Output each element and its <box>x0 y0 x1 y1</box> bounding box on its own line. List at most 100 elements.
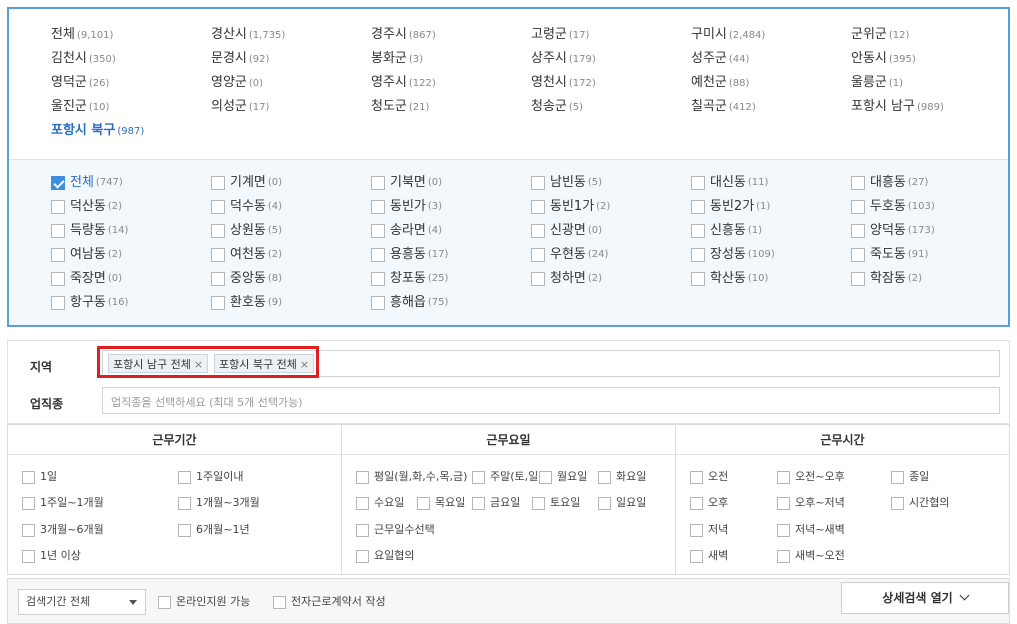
condition-option[interactable]: 평일(월,화,수,목,금) <box>356 468 467 486</box>
dong-checkbox-item[interactable]: 덕수동 (4) <box>211 196 282 218</box>
dong-checkbox-item[interactable]: 기계면 (0) <box>211 172 282 194</box>
city-item[interactable]: 전체 (9,101) <box>51 23 113 47</box>
dong-checkbox-item[interactable]: 동빈1가 (2) <box>531 196 610 218</box>
condition-option[interactable]: 종일 <box>891 468 929 486</box>
condition-option[interactable]: 저녁 <box>690 521 728 539</box>
dong-checkbox-item[interactable]: 득량동 (14) <box>51 220 128 242</box>
dong-checkbox-item[interactable]: 학잠동 (2) <box>851 268 922 290</box>
city-item[interactable]: 영양군 (0) <box>211 71 263 95</box>
dong-checkbox-item[interactable]: 동빈2가 (1) <box>691 196 770 218</box>
city-item[interactable]: 의성군 (17) <box>211 95 269 119</box>
dong-checkbox-item[interactable]: 양덕동 (173) <box>851 220 935 242</box>
city-item[interactable]: 예천군 (88) <box>691 71 749 95</box>
city-item[interactable]: 고령군 (17) <box>531 23 589 47</box>
city-item[interactable]: 상주시 (179) <box>531 47 596 71</box>
city-item[interactable]: 포항시 남구 (989) <box>851 95 944 119</box>
dong-checkbox-item[interactable]: 덕산동 (2) <box>51 196 122 218</box>
dong-checkbox-item[interactable]: 전체 (747) <box>51 172 123 194</box>
search-period-select[interactable]: 검색기간 전체 <box>18 589 146 615</box>
dong-checkbox-item[interactable]: 흥해읍 (75) <box>371 292 448 314</box>
city-item[interactable]: 영주시 (122) <box>371 71 436 95</box>
checkbox-icon <box>273 595 286 609</box>
condition-option[interactable]: 요일협의 <box>356 547 414 565</box>
condition-option[interactable]: 일요일 <box>598 494 646 512</box>
online-apply-label: 온라인지원 가능 <box>176 595 251 608</box>
dong-checkbox-item[interactable]: 용흥동 (17) <box>371 244 448 266</box>
dong-checkbox-item[interactable]: 신광면 (0) <box>531 220 602 242</box>
condition-option[interactable]: 목요일 <box>417 494 465 512</box>
city-item[interactable]: 성주군 (44) <box>691 47 749 71</box>
condition-option[interactable]: 월요일 <box>539 468 587 486</box>
city-count: (10) <box>88 102 110 113</box>
condition-option[interactable]: 수요일 <box>356 494 404 512</box>
city-item[interactable]: 영천시 (172) <box>531 71 596 95</box>
dong-checkbox-item[interactable]: 죽도동 (91) <box>851 244 928 266</box>
condition-option[interactable]: 1개월~3개월 <box>178 494 260 512</box>
dong-checkbox-item[interactable]: 기북면 (0) <box>371 172 442 194</box>
dong-checkbox-item[interactable]: 여천동 (2) <box>211 244 282 266</box>
dong-checkbox-item[interactable]: 두호동 (103) <box>851 196 935 218</box>
e-contract-checkbox[interactable]: 전자근로계약서 작성 <box>273 594 386 610</box>
dong-checkbox-item[interactable]: 창포동 (25) <box>371 268 448 290</box>
city-item[interactable]: 경산시 (1,735) <box>211 23 285 47</box>
condition-option[interactable]: 1주일이내 <box>178 468 243 486</box>
dong-count: (747) <box>95 177 123 188</box>
city-item[interactable]: 칠곡군 (412) <box>691 95 756 119</box>
condition-option[interactable]: 6개월~1년 <box>178 521 250 539</box>
dong-checkbox-item[interactable]: 학산동 (10) <box>691 268 768 290</box>
dong-checkbox-item[interactable]: 항구동 (16) <box>51 292 128 314</box>
dong-checkbox-item[interactable]: 죽장면 (0) <box>51 268 122 290</box>
city-item[interactable]: 포항시 북구 (987) <box>51 119 144 143</box>
dong-checkbox-item[interactable]: 우현동 (24) <box>531 244 608 266</box>
dong-checkbox-item[interactable]: 환호동 (9) <box>211 292 282 314</box>
checkbox-icon <box>371 296 385 310</box>
dong-count: (109) <box>747 249 775 260</box>
dong-count: (2) <box>587 273 603 284</box>
condition-option[interactable]: 화요일 <box>598 468 646 486</box>
dong-checkbox-item[interactable]: 장성동 (109) <box>691 244 775 266</box>
dong-checkbox-item[interactable]: 중앙동 (8) <box>211 268 282 290</box>
condition-option[interactable]: 주말(토,일) <box>472 468 543 486</box>
dong-checkbox-item[interactable]: 송라면 (4) <box>371 220 442 242</box>
dong-checkbox-item[interactable]: 대신동 (11) <box>691 172 768 194</box>
dong-checkbox-item[interactable]: 상원동 (5) <box>211 220 282 242</box>
job-input[interactable]: 업직종을 선택하세요 (최대 5개 선택가능) <box>102 387 1000 414</box>
city-item[interactable]: 경주시 (867) <box>371 23 436 47</box>
city-item[interactable]: 안동시 (395) <box>851 47 916 71</box>
city-item[interactable]: 봉화군 (3) <box>371 47 423 71</box>
online-apply-checkbox[interactable]: 온라인지원 가능 <box>158 594 250 610</box>
condition-option[interactable]: 새벽 <box>690 547 728 565</box>
condition-option[interactable]: 오전~오후 <box>777 468 845 486</box>
condition-option[interactable]: 오후~저녁 <box>777 494 845 512</box>
dong-checkbox-item[interactable]: 대흥동 (27) <box>851 172 928 194</box>
condition-option[interactable]: 3개월~6개월 <box>22 521 104 539</box>
condition-option[interactable]: 1일 <box>22 468 57 486</box>
city-item[interactable]: 울릉군 (1) <box>851 71 903 95</box>
condition-option[interactable]: 1주일~1개월 <box>22 494 104 512</box>
city-item[interactable]: 청송군 (5) <box>531 95 583 119</box>
city-item[interactable]: 구미시 (2,484) <box>691 23 765 47</box>
dong-checkbox-item[interactable]: 동빈가 (3) <box>371 196 442 218</box>
city-item[interactable]: 군위군 (12) <box>851 23 909 47</box>
city-item[interactable]: 청도군 (21) <box>371 95 429 119</box>
city-item[interactable]: 문경시 (92) <box>211 47 269 71</box>
condition-option[interactable]: 시간협의 <box>891 494 949 512</box>
condition-option[interactable]: 금요일 <box>472 494 520 512</box>
condition-option[interactable]: 새벽~오전 <box>777 547 845 565</box>
condition-option[interactable]: 근무일수선택 <box>356 521 435 539</box>
condition-option-label: 새벽~오전 <box>795 549 845 562</box>
city-item[interactable]: 김천시 (350) <box>51 47 116 71</box>
condition-option[interactable]: 1년 이상 <box>22 547 81 565</box>
city-count: (44) <box>728 54 750 65</box>
condition-option[interactable]: 오후 <box>690 494 728 512</box>
dong-checkbox-item[interactable]: 신흥동 (1) <box>691 220 762 242</box>
detail-search-button[interactable]: 상세검색 열기 <box>841 582 1009 614</box>
city-item[interactable]: 울진군 (10) <box>51 95 109 119</box>
dong-checkbox-item[interactable]: 청하면 (2) <box>531 268 602 290</box>
condition-option[interactable]: 저녁~새벽 <box>777 521 845 539</box>
condition-option[interactable]: 토요일 <box>532 494 580 512</box>
dong-checkbox-item[interactable]: 남빈동 (5) <box>531 172 602 194</box>
dong-checkbox-item[interactable]: 여남동 (2) <box>51 244 122 266</box>
condition-option[interactable]: 오전 <box>690 468 728 486</box>
city-item[interactable]: 영덕군 (26) <box>51 71 109 95</box>
